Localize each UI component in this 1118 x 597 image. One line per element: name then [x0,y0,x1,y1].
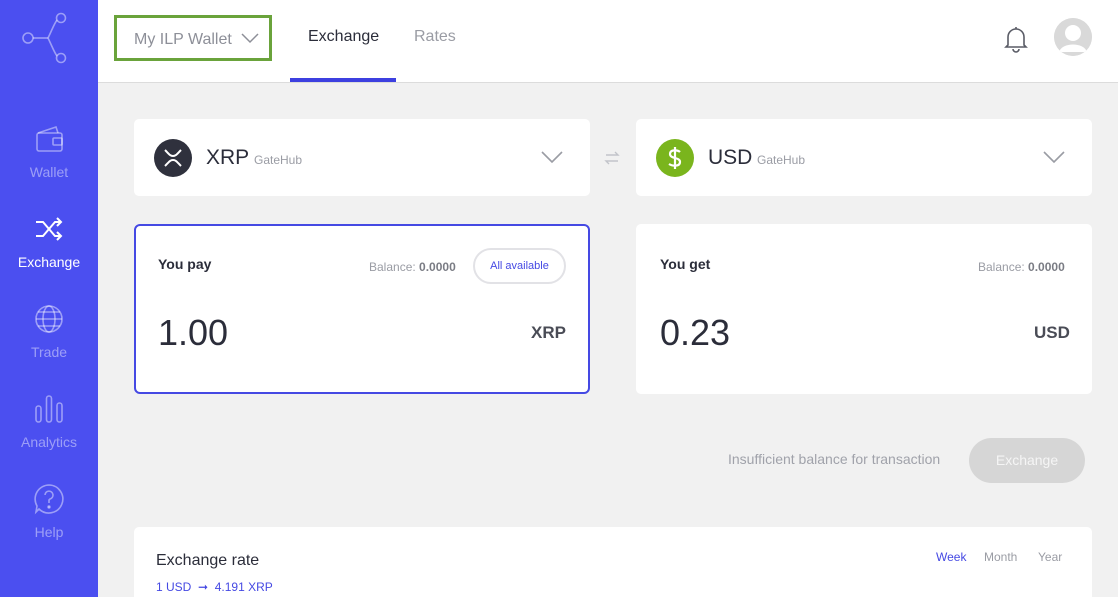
sidebar-item-trade[interactable]: Trade [0,302,98,382]
currency-issuer: GateHub [757,153,806,167]
dollar-icon [656,139,694,177]
avatar[interactable] [1054,18,1092,56]
sidebar-item-label: Trade [30,344,68,360]
sidebar: Wallet Exchange Trade Analytics Help [0,0,98,597]
currency-issuer: GateHub [254,153,303,167]
currency-code: USD [708,146,753,169]
chevron-down-icon [541,151,563,164]
sidebar-item-label: Wallet [29,164,69,180]
swap-icon[interactable] [603,150,621,166]
get-unit: USD [1034,323,1070,342]
sidebar-item-wallet[interactable]: Wallet [0,122,98,202]
chevron-down-icon [241,33,259,44]
currency-code: XRP [206,146,250,169]
bell-icon[interactable] [1003,25,1029,53]
balance-value: 0.0000 [419,260,456,274]
get-title: You get [660,256,711,272]
logo-icon[interactable] [18,10,72,66]
get-amount: 0.23 [660,312,731,353]
user-icon [1054,18,1092,56]
sidebar-item-label: Analytics [20,434,78,450]
shuffle-icon [36,217,63,241]
exchange-rate-card: Exchange rate 1 USD ➞ 4.191 XRP Week Mon… [134,527,1092,597]
all-available-button[interactable]: All available [473,248,566,284]
wallet-selector-label: My ILP Wallet [134,31,232,48]
from-currency-selector[interactable]: XRP GateHub [134,119,590,196]
tab-rates[interactable]: Rates [414,28,456,46]
insufficient-balance-message: Insufficient balance for transaction [728,451,941,467]
bar-chart-icon [35,395,63,423]
globe-icon [35,305,63,333]
pay-title: You pay [158,256,212,272]
exchange-button[interactable]: Exchange [969,438,1085,483]
period-month[interactable]: Month [984,550,1017,564]
xrp-icon [154,139,192,177]
wallet-selector[interactable]: My ILP Wallet [114,15,272,61]
exchange-rate-title: Exchange rate [156,552,260,569]
period-week[interactable]: Week [936,550,966,564]
rate-to: 4.191 XRP [214,580,273,594]
sidebar-item-help[interactable]: Help [0,482,98,562]
chevron-down-icon [1043,151,1065,164]
sidebar-item-analytics[interactable]: Analytics [0,392,98,472]
exchange-rate-value: 1 USD ➞ 4.191 XRP [156,580,273,594]
active-tab-indicator [290,78,396,82]
balance-label: Balance: [369,260,416,274]
rate-from: 1 USD [156,580,192,594]
tab-exchange[interactable]: Exchange [308,28,379,46]
pay-unit: XRP [531,323,566,342]
pay-amount-input[interactable]: 1.00 [158,312,228,354]
help-icon [34,484,64,515]
sidebar-item-exchange[interactable]: Exchange [0,212,98,292]
wallet-icon [36,125,63,152]
top-bar: My ILP Wallet Exchange Rates [98,0,1118,83]
arrow-right-icon: ➞ [198,580,209,594]
pay-balance: Balance: 0.0000 [369,260,456,274]
get-amount-card: You get Balance: 0.0000 0.23 USD [636,224,1092,394]
period-year[interactable]: Year [1038,550,1062,564]
to-currency-selector[interactable]: USD GateHub [636,119,1092,196]
balance-value: 0.0000 [1028,260,1065,274]
balance-label: Balance: [978,260,1025,274]
sidebar-item-label: Exchange [17,254,81,270]
pay-amount-card[interactable]: You pay Balance: 0.0000 All available 1.… [134,224,590,394]
get-balance: Balance: 0.0000 [978,260,1065,274]
sidebar-item-label: Help [34,524,64,540]
